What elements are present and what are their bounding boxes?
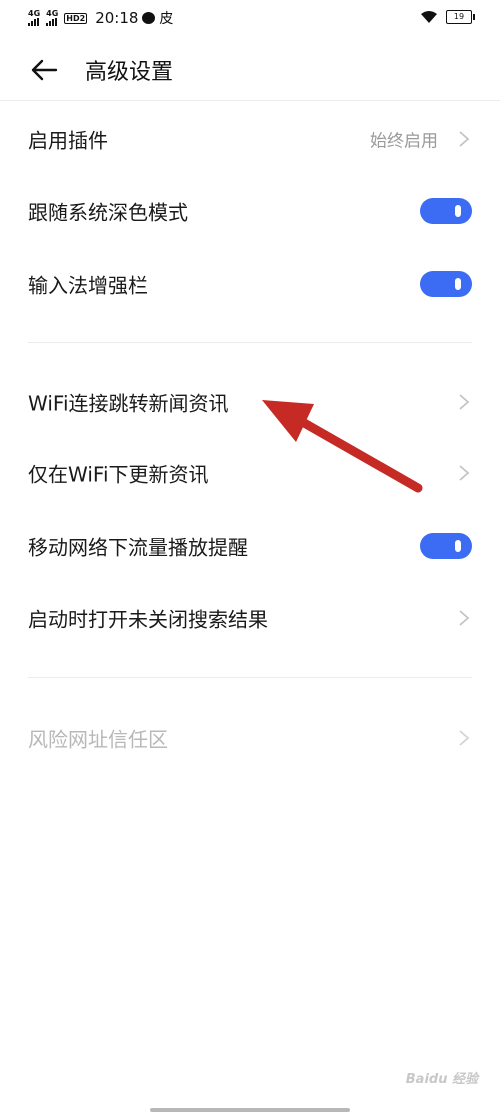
setting-follow-dark-mode: 跟随系统深色模式 <box>0 175 500 247</box>
back-arrow-icon[interactable] <box>30 58 58 82</box>
status-bar: 4G 4G HD2 20:18 皮 19 <box>0 0 500 36</box>
watermark-logo: Baidu 经验 <box>405 1072 478 1087</box>
home-indicator[interactable] <box>150 1108 350 1112</box>
setting-value: 始终启用 <box>370 131 438 152</box>
cellular-signal-icon: 4G <box>28 10 40 26</box>
app-notification-icon: 皮 <box>159 11 174 27</box>
setting-label: 跟随系统深色模式 <box>28 200 188 225</box>
hd-voice-badge: HD2 <box>64 12 88 24</box>
setting-label: 启用插件 <box>28 128 108 153</box>
setting-wifi-news-jump[interactable]: WiFi连接跳转新闻资讯 <box>0 366 500 438</box>
page-title: 高级设置 <box>85 60 174 85</box>
battery-icon: 19 <box>446 10 475 24</box>
setting-label: 输入法增强栏 <box>28 273 148 298</box>
setting-ime-bar: 输入法增强栏 <box>0 248 500 320</box>
ime-bar-toggle[interactable] <box>420 271 472 297</box>
status-time: 20:18 <box>95 9 139 27</box>
cellular-signal-icon-2: 4G <box>46 10 58 26</box>
setting-wifi-only-update[interactable]: 仅在WiFi下更新资讯 <box>0 437 500 509</box>
setting-label: 启动时打开未关闭搜索结果 <box>28 607 268 632</box>
setting-enable-plugins[interactable]: 启用插件 始终启用 <box>0 103 500 175</box>
setting-label: 仅在WiFi下更新资讯 <box>28 462 209 487</box>
setting-label: 风险网址信任区 <box>28 727 168 752</box>
wifi-icon <box>421 11 437 23</box>
mobile-data-alert-toggle[interactable] <box>420 533 472 559</box>
chevron-right-icon <box>459 131 470 147</box>
title-bar: 高级设置 <box>0 40 500 101</box>
chevron-right-icon <box>459 394 470 410</box>
section-divider <box>28 677 472 678</box>
setting-restore-search[interactable]: 启动时打开未关闭搜索结果 <box>0 582 500 654</box>
setting-risky-sites-trust[interactable]: 风险网址信任区 <box>0 702 500 774</box>
setting-label: 移动网络下流量播放提醒 <box>28 535 248 560</box>
section-divider <box>28 342 472 343</box>
chevron-right-icon <box>459 610 470 626</box>
chevron-right-icon <box>459 730 470 746</box>
setting-mobile-data-alert: 移动网络下流量播放提醒 <box>0 510 500 582</box>
dark-mode-toggle[interactable] <box>420 198 472 224</box>
message-icon <box>142 12 156 24</box>
chevron-right-icon <box>459 465 470 481</box>
setting-label: WiFi连接跳转新闻资讯 <box>28 391 229 416</box>
